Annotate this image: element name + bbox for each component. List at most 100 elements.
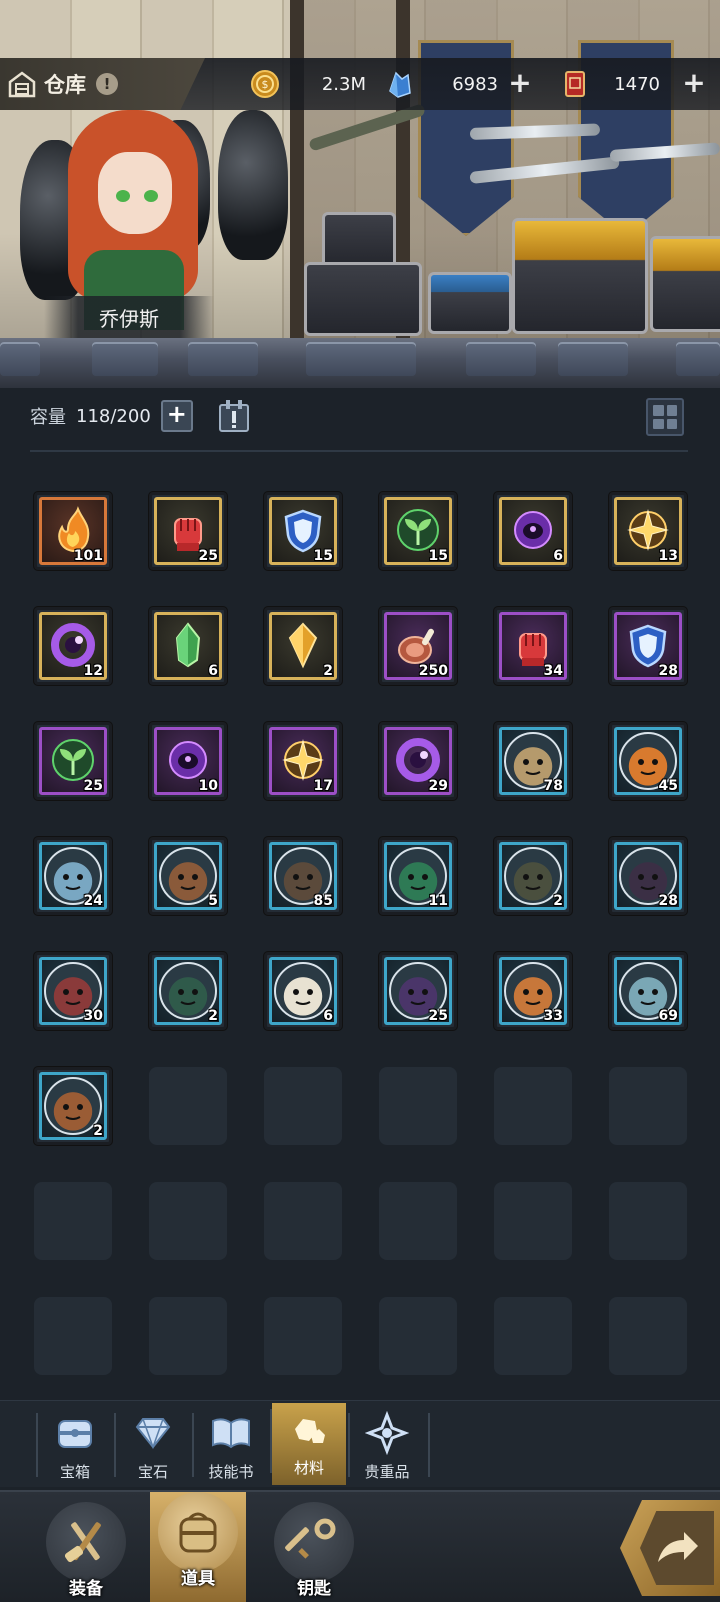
tab-separator (36, 1413, 38, 1477)
tab-chest[interactable]: 宝箱 (36, 1407, 112, 1483)
nav-icon-circle (274, 1502, 354, 1582)
green-crystal-icon (175, 622, 201, 667)
inventory-slot[interactable]: 17 (264, 722, 342, 800)
inventory-slot[interactable]: 78 (494, 722, 572, 800)
info-icon[interactable]: ! (96, 73, 118, 95)
capacity-value: 118/200 (76, 405, 151, 427)
inventory-slot[interactable]: 6 (264, 952, 342, 1030)
item-count: 78 (543, 778, 563, 794)
calendar-icon[interactable] (215, 397, 253, 435)
inventory-slot[interactable]: 101 (34, 492, 112, 570)
item-count: 6 (323, 1008, 333, 1024)
item-count: 2 (93, 1123, 103, 1139)
inventory-slot[interactable]: 85 (264, 837, 342, 915)
empty-slot (494, 1067, 572, 1145)
tab-separator (192, 1413, 194, 1477)
item-count: 101 (73, 548, 103, 564)
grid-view-toggle[interactable] (646, 398, 684, 436)
empty-slot (609, 1067, 687, 1145)
blue-crystal-icon (389, 71, 411, 98)
nav-bag[interactable]: 道具 (150, 1492, 246, 1602)
inventory-slot[interactable]: 25 (379, 952, 457, 1030)
inventory-slot[interactable]: 34 (494, 607, 572, 685)
inventory-slot[interactable]: 13 (609, 492, 687, 570)
inventory-slot[interactable]: 2 (264, 607, 342, 685)
inventory-slot[interactable]: 28 (609, 607, 687, 685)
item-count: 45 (658, 778, 678, 794)
armor-stand (218, 110, 288, 260)
inventory-slot[interactable]: 5 (149, 837, 227, 915)
inventory-slot[interactable]: 12 (34, 607, 112, 685)
gold-currency: $ (250, 58, 280, 110)
treasure-star-icon (365, 1411, 409, 1455)
item-count: 250 (418, 663, 448, 679)
item-count: 15 (428, 548, 448, 564)
inventory-slot[interactable]: 30 (34, 952, 112, 1030)
dark-orb-icon (514, 510, 552, 549)
tab-ore[interactable]: 材料 (270, 1403, 346, 1485)
gold-amount: 2.3M (321, 73, 366, 95)
inventory-slot[interactable]: 33 (494, 952, 572, 1030)
empty-slot (379, 1067, 457, 1145)
inventory-slot[interactable]: 45 (609, 722, 687, 800)
empty-slot (379, 1182, 457, 1260)
ore-icon (295, 1419, 325, 1443)
inventory-slot[interactable]: 25 (149, 492, 227, 570)
empty-slot (609, 1182, 687, 1260)
inventory-slot[interactable]: 28 (609, 837, 687, 915)
nav-key[interactable]: 钥匙 (266, 1502, 362, 1602)
ticket-amount-box: 1470 (596, 58, 660, 110)
tab-treasure-star[interactable]: 贵重品 (348, 1407, 424, 1483)
inventory-slot[interactable]: 69 (609, 952, 687, 1030)
expand-capacity-button[interactable]: + (160, 400, 193, 432)
stone-ledge (0, 338, 720, 388)
inventory-slot[interactable]: 2 (34, 1067, 112, 1145)
inventory-slot[interactable]: 11 (379, 837, 457, 915)
item-count: 5 (208, 893, 218, 909)
item-count: 25 (83, 778, 103, 794)
inventory-slot[interactable]: 24 (34, 837, 112, 915)
inventory-slot[interactable]: 6 (149, 607, 227, 685)
category-tabs: 宝箱 宝石 技能书 材料 贵重品 (0, 1400, 720, 1487)
tab-label: 宝箱 (59, 1463, 90, 1481)
empty-slot (149, 1297, 227, 1375)
add-ticket-button[interactable]: + (682, 69, 706, 97)
inventory-slot[interactable]: 15 (264, 492, 342, 570)
hero-face (98, 152, 172, 234)
hero-portrait[interactable] (60, 90, 210, 330)
item-count: 30 (83, 1008, 103, 1024)
inventory-slot[interactable]: 25 (34, 722, 112, 800)
bottom-nav: 装备 道具 钥匙 (0, 1490, 720, 1602)
tab-book[interactable]: 技能书 (192, 1407, 268, 1483)
inventory-slot[interactable]: 2 (494, 837, 572, 915)
dark-chest (304, 262, 422, 336)
crystal-amount: 6983 (452, 73, 498, 95)
nav-sword-axe[interactable]: 装备 (38, 1502, 134, 1602)
inventory-slot[interactable]: 29 (379, 722, 457, 800)
crystal-amount-box: 6983 (420, 58, 498, 110)
empty-slot (494, 1297, 572, 1375)
tab-separator (114, 1413, 116, 1477)
tab-separator (270, 1409, 272, 1473)
empty-slot (149, 1067, 227, 1145)
tab-label: 技能书 (208, 1463, 254, 1481)
nav-label: 道具 (181, 1569, 215, 1589)
item-count: 13 (658, 548, 678, 564)
capacity-label: 容量 (30, 407, 66, 428)
inventory-slot[interactable]: 2 (149, 952, 227, 1030)
add-crystal-button[interactable]: + (508, 69, 532, 97)
crystal-plus-wrap: + (508, 58, 532, 110)
empty-slot (264, 1297, 342, 1375)
gem-icon (135, 1418, 171, 1450)
inventory-slot[interactable]: 250 (379, 607, 457, 685)
inventory-slot[interactable]: 15 (379, 492, 457, 570)
gold-crystal-icon (288, 622, 318, 669)
tab-gem[interactable]: 宝石 (114, 1407, 190, 1483)
item-count: 15 (313, 548, 333, 564)
item-count: 17 (313, 778, 333, 794)
item-count: 29 (428, 778, 448, 794)
inventory-slot[interactable]: 6 (494, 492, 572, 570)
hero-eye (144, 190, 158, 202)
inventory-slot[interactable]: 10 (149, 722, 227, 800)
empty-slot (609, 1297, 687, 1375)
